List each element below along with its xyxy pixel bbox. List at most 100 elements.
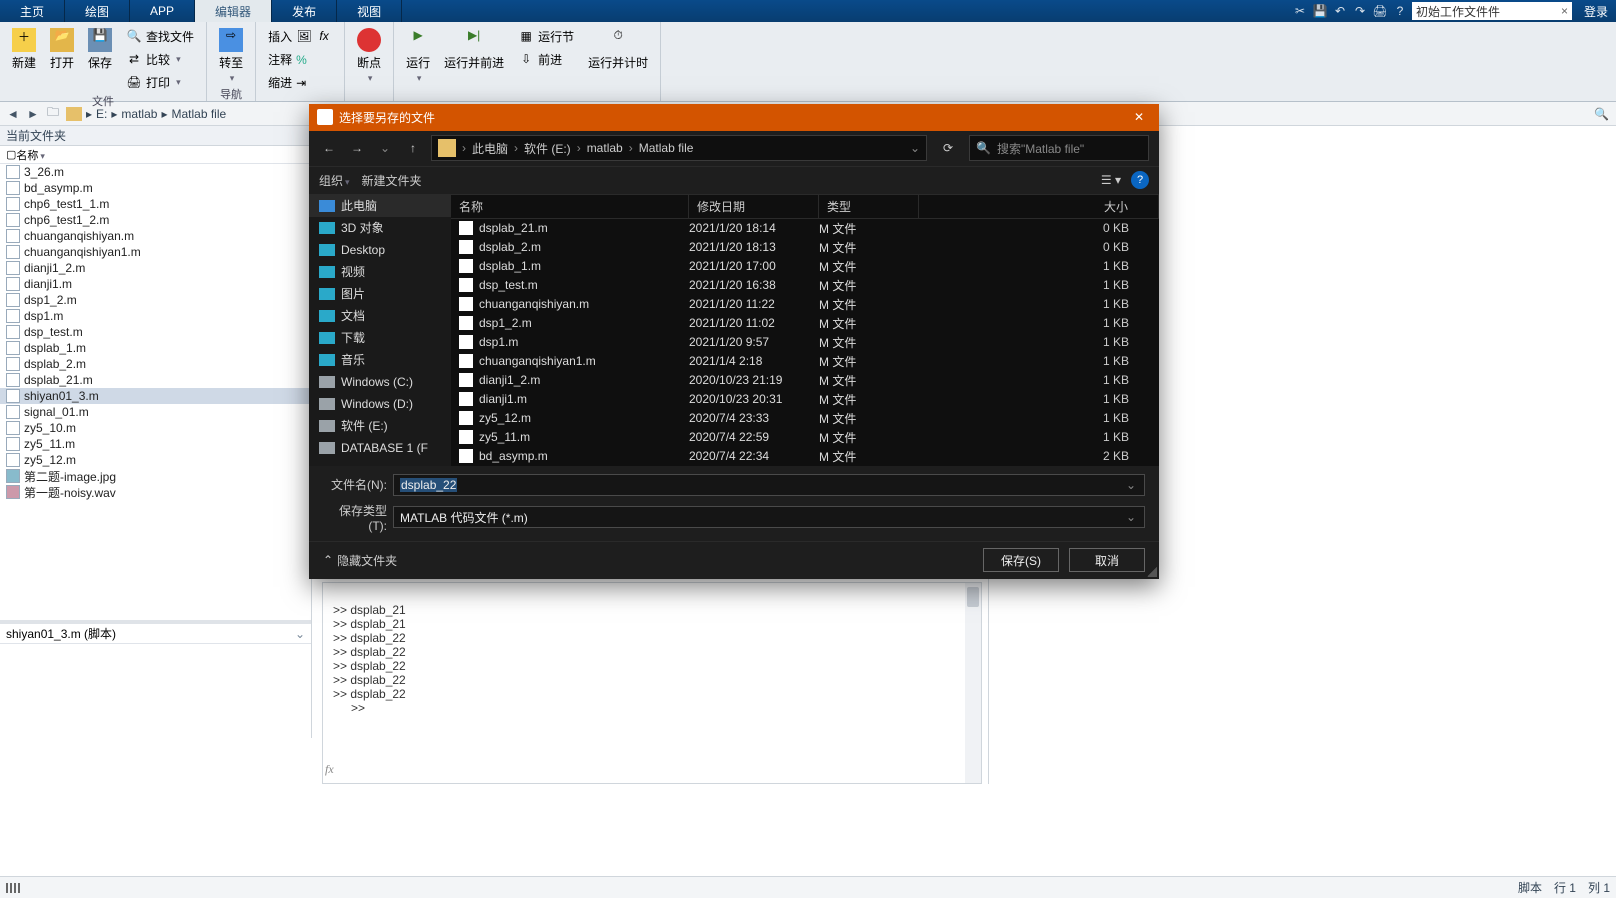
nav-back-icon[interactable]: ← xyxy=(319,141,339,155)
file-row[interactable]: dianji1.m2020/10/23 20:31M 文件1 KB xyxy=(451,390,1159,409)
redo-icon[interactable]: ↷ xyxy=(1352,3,1368,19)
tab-发布[interactable]: 发布 xyxy=(272,0,337,22)
file-row[interactable]: chuanganqishiyan1.m xyxy=(0,244,311,260)
view-icon[interactable]: ☰ ▾ xyxy=(1101,173,1121,187)
file-row[interactable]: 第一题-noisy.wav xyxy=(0,484,311,500)
close-icon[interactable]: ✕ xyxy=(1127,105,1151,129)
tab-绘图[interactable]: 绘图 xyxy=(65,0,130,22)
crumb-drive[interactable]: E: xyxy=(96,107,107,121)
file-row[interactable]: chp6_test1_1.m xyxy=(0,196,311,212)
dialog-address[interactable]: › 此电脑› 软件 (E:)› matlab› Matlab file ⌄ xyxy=(431,135,927,161)
filename-input[interactable]: dsplab_22 ⌄ xyxy=(393,474,1145,496)
advance-button[interactable]: ⇩前进 xyxy=(514,49,578,70)
chevron-down-icon[interactable]: ⌄ xyxy=(295,627,305,641)
tab-APP[interactable]: APP xyxy=(130,0,195,22)
file-row[interactable]: dsplab_2.m2021/1/20 18:13M 文件0 KB xyxy=(451,238,1159,257)
new-folder-button[interactable]: 新建文件夹 xyxy=(362,172,422,189)
side-disk[interactable]: DATABASE 1 (F xyxy=(309,437,451,459)
side-pc[interactable]: 此电脑 xyxy=(309,195,451,217)
organize-button[interactable]: 组织 xyxy=(319,172,350,189)
run-section-button[interactable]: ▦运行节 xyxy=(514,26,578,47)
nav-up-icon[interactable]: ↑ xyxy=(403,141,423,155)
chevron-down-icon[interactable]: ⌄ xyxy=(1124,510,1138,524)
file-row[interactable]: dsp1_2.m2021/1/20 11:02M 文件1 KB xyxy=(451,314,1159,333)
compare-button[interactable]: ⇄比较 xyxy=(122,49,198,70)
file-row[interactable]: 3_26.m xyxy=(0,164,311,180)
undo-icon[interactable]: ↶ xyxy=(1332,3,1348,19)
resize-handle[interactable] xyxy=(1147,567,1157,577)
hide-folders-toggle[interactable]: ⌃隐藏文件夹 xyxy=(323,552,397,569)
file-row[interactable]: dsplab_21.m xyxy=(0,372,311,388)
file-row[interactable]: chp6_test1_2.m xyxy=(0,212,311,228)
file-row[interactable]: chuanganqishiyan.m2021/1/20 11:22M 文件1 K… xyxy=(451,295,1159,314)
side-disk[interactable]: 软件 (E:) xyxy=(309,415,451,437)
help-icon[interactable]: ? xyxy=(1131,171,1149,189)
file-row[interactable]: dsp1.m2021/1/20 9:57M 文件1 KB xyxy=(451,333,1159,352)
file-row[interactable]: zy5_12.m2020/7/4 23:33M 文件1 KB xyxy=(451,409,1159,428)
file-row[interactable]: dsplab_21.m2021/1/20 18:14M 文件0 KB xyxy=(451,219,1159,238)
side-img[interactable]: 图片 xyxy=(309,283,451,305)
clear-icon[interactable]: × xyxy=(1561,4,1568,18)
crumb-1[interactable]: matlab xyxy=(121,107,157,121)
print-icon[interactable]: 🖨 xyxy=(1372,3,1388,19)
file-row[interactable]: dsp_test.m2021/1/20 16:38M 文件1 KB xyxy=(451,276,1159,295)
side-desk[interactable]: Desktop xyxy=(309,239,451,261)
file-row[interactable]: bd_asymp.m2020/7/4 22:34M 文件2 KB xyxy=(451,447,1159,466)
col-name[interactable]: 名称 xyxy=(16,147,45,163)
file-row[interactable]: bd_asymp.m xyxy=(0,180,311,196)
col-type[interactable]: 类型 xyxy=(819,195,919,218)
side-dl[interactable]: 下载 xyxy=(309,327,451,349)
file-row[interactable]: dsp1.m xyxy=(0,308,311,324)
file-row[interactable]: 第二题-image.jpg xyxy=(0,468,311,484)
side-mus[interactable]: 音乐 xyxy=(309,349,451,371)
file-row[interactable]: zy5_11.m2020/7/4 22:59M 文件1 KB xyxy=(451,428,1159,447)
side-disk[interactable]: Windows (D:) xyxy=(309,393,451,415)
cmd-prompt[interactable]: >> xyxy=(333,701,971,715)
print-button[interactable]: 🖨打印 xyxy=(122,72,198,93)
file-row[interactable]: zy5_12.m xyxy=(0,452,311,468)
save-button[interactable]: 保存(S) xyxy=(983,548,1059,572)
col-size[interactable]: 大小 xyxy=(919,195,1159,218)
comment-row[interactable]: 注释 % xyxy=(264,49,336,70)
col-name[interactable]: 名称 xyxy=(451,195,689,218)
search-icon[interactable]: 🔍 xyxy=(1594,107,1612,121)
cut-icon[interactable]: ✂ xyxy=(1292,3,1308,19)
quick-search[interactable]: 初始工作文件件 × xyxy=(1412,2,1572,20)
side-vid[interactable]: 视频 xyxy=(309,261,451,283)
run-time-button[interactable]: ⏱运行并计时 xyxy=(584,26,652,73)
file-row[interactable]: signal_01.m xyxy=(0,404,311,420)
side-3d[interactable]: 3D 对象 xyxy=(309,217,451,239)
nav-forward-icon[interactable]: → xyxy=(347,141,367,155)
find-files-button[interactable]: 🔍查找文件 xyxy=(122,26,198,47)
indent-row[interactable]: 缩进 ⇥ xyxy=(264,72,336,93)
chevron-down-icon[interactable]: ⌄ xyxy=(910,141,920,155)
file-row[interactable]: zy5_11.m xyxy=(0,436,311,452)
file-row[interactable]: shiyan01_3.m xyxy=(0,388,311,404)
up-icon[interactable]: 🗀 xyxy=(44,105,62,123)
new-button[interactable]: ＋新建 xyxy=(8,26,40,73)
file-row[interactable]: chuanganqishiyan1.m2021/1/4 2:18M 文件1 KB xyxy=(451,352,1159,371)
tab-视图[interactable]: 视图 xyxy=(337,0,402,22)
tab-编辑器[interactable]: 编辑器 xyxy=(195,0,272,22)
file-row[interactable]: chuanganqishiyan.m xyxy=(0,228,311,244)
back-icon[interactable]: ◄ xyxy=(4,105,22,123)
file-row[interactable]: dsp1_2.m xyxy=(0,292,311,308)
file-row[interactable]: dsplab_1.m xyxy=(0,340,311,356)
file-row[interactable]: dsplab_2.m xyxy=(0,356,311,372)
file-row[interactable]: dsp_test.m xyxy=(0,324,311,340)
refresh-icon[interactable]: ⟳ xyxy=(935,141,961,155)
forward-icon[interactable]: ► xyxy=(24,105,42,123)
tab-主页[interactable]: 主页 xyxy=(0,0,65,22)
savetype-select[interactable]: MATLAB 代码文件 (*.m) ⌄ xyxy=(393,506,1145,528)
run-button[interactable]: ▶运行 xyxy=(402,26,434,86)
file-row[interactable]: dsplab_1.m2021/1/20 17:00M 文件1 KB xyxy=(451,257,1159,276)
help-icon[interactable]: ? xyxy=(1392,3,1408,19)
dialog-search[interactable]: 🔍 搜索"Matlab file" xyxy=(969,135,1149,161)
save-button[interactable]: 💾保存 xyxy=(84,26,116,73)
side-disk[interactable]: Windows (C:) xyxy=(309,371,451,393)
save-icon[interactable]: 💾 xyxy=(1312,3,1328,19)
crumb-2[interactable]: Matlab file xyxy=(171,107,226,121)
col-date[interactable]: 修改日期 xyxy=(689,195,819,218)
scrollbar[interactable] xyxy=(965,583,981,783)
file-row[interactable]: dianji1_2.m xyxy=(0,260,311,276)
